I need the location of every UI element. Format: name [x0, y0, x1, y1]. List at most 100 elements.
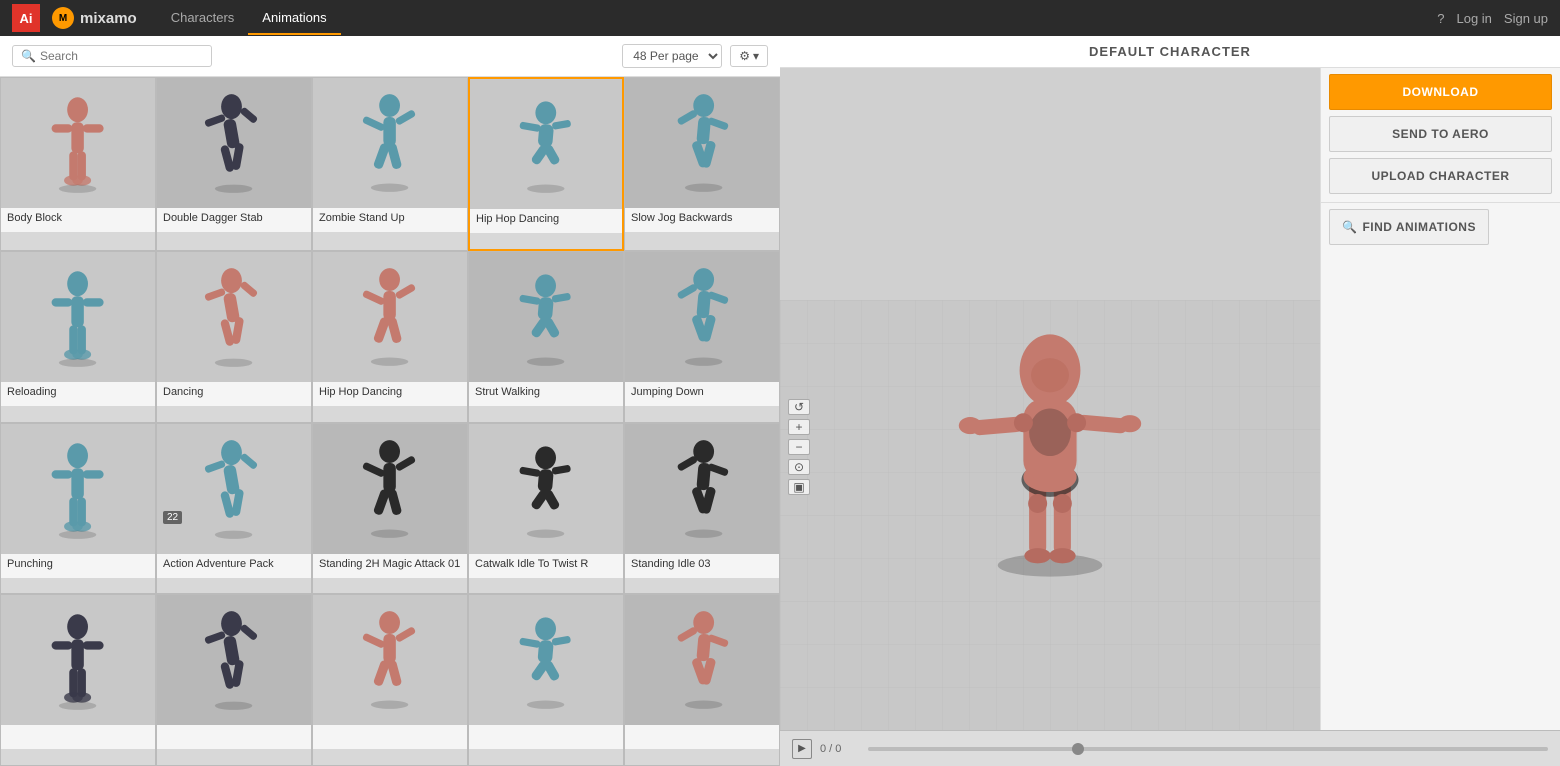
- animation-name: [313, 725, 467, 749]
- animation-thumbnail: 22: [157, 424, 311, 554]
- animation-card[interactable]: Double Dagger Stab: [156, 77, 312, 251]
- animation-name: Punching: [1, 554, 155, 578]
- animation-thumbnail: [625, 78, 779, 208]
- animation-thumbnail: [625, 252, 779, 382]
- search-box[interactable]: 🔍: [12, 45, 212, 67]
- animation-thumbnail: [157, 595, 311, 725]
- upload-character-button[interactable]: UPLOAD CHARACTER: [1329, 158, 1552, 194]
- animation-card[interactable]: Zombie Stand Up: [312, 77, 468, 251]
- animation-thumbnail: [1, 252, 155, 382]
- animation-card[interactable]: Slow Jog Backwards: [624, 77, 780, 251]
- signup-link[interactable]: Sign up: [1504, 11, 1548, 26]
- animation-name: Hip Hop Dancing: [313, 382, 467, 406]
- animation-grid: Body Block Double Dagger Stab Zombie Sta…: [0, 77, 780, 766]
- animation-name: [157, 725, 311, 749]
- animation-card[interactable]: 22 Action Adventure Pack: [156, 423, 312, 595]
- animation-thumbnail: [313, 595, 467, 725]
- playback-bar: ▶ 0 / 0: [780, 730, 1560, 766]
- animation-name: Standing 2H Magic Attack 01: [313, 554, 467, 578]
- nav-animations[interactable]: Animations: [248, 2, 340, 35]
- help-icon[interactable]: ?: [1437, 11, 1444, 26]
- sidebar-actions: DOWNLOAD SEND TO AERO UPLOAD CHARACTER 🔍…: [1320, 68, 1560, 730]
- play-button[interactable]: ▶: [792, 739, 812, 759]
- viewport-title: DEFAULT CHARACTER: [780, 36, 1560, 68]
- mixamo-logo: M mixamo: [52, 7, 137, 29]
- animation-thumbnail: [1, 424, 155, 554]
- animation-card[interactable]: Punching: [0, 423, 156, 595]
- animation-thumbnail: [625, 595, 779, 725]
- animation-card[interactable]: Body Block: [0, 77, 156, 251]
- reset-view-btn[interactable]: ↺: [788, 399, 810, 415]
- login-link[interactable]: Log in: [1456, 11, 1491, 26]
- animation-card[interactable]: [468, 594, 624, 766]
- zoom-in-btn[interactable]: +: [788, 419, 810, 435]
- find-animations-button[interactable]: 🔍 FIND ANIMATIONS: [1329, 209, 1489, 245]
- search-input[interactable]: [40, 49, 203, 63]
- animation-card[interactable]: Hip Hop Dancing: [312, 251, 468, 423]
- viewport-area[interactable]: ↺ + − ⊙ ▣: [780, 68, 1320, 730]
- animation-name: Dancing: [157, 382, 311, 406]
- toolbar: 🔍 48 Per page ⚙ ▾: [0, 36, 780, 77]
- per-page-select[interactable]: 48 Per page: [622, 44, 722, 68]
- animation-name: [625, 725, 779, 749]
- settings-button[interactable]: ⚙ ▾: [730, 45, 768, 67]
- recenter-btn[interactable]: ⊙: [788, 459, 810, 475]
- animation-card[interactable]: [156, 594, 312, 766]
- chevron-down-icon: ▾: [753, 49, 759, 63]
- time-display: 0 / 0: [820, 743, 860, 755]
- animation-card[interactable]: Reloading: [0, 251, 156, 423]
- animation-card[interactable]: Hip Hop Dancing: [468, 77, 624, 251]
- animation-card[interactable]: Standing Idle 03: [624, 423, 780, 595]
- nav-right: ? Log in Sign up: [1437, 11, 1548, 26]
- animation-name: Slow Jog Backwards: [625, 208, 779, 232]
- mixamo-brand-text: mixamo: [80, 10, 137, 27]
- animation-name: Strut Walking: [469, 382, 623, 406]
- search-icon-small: 🔍: [1342, 220, 1357, 234]
- animation-thumbnail: [313, 252, 467, 382]
- camera-btn[interactable]: ▣: [788, 479, 810, 495]
- animation-thumbnail: [313, 78, 467, 208]
- animation-name: Hip Hop Dancing: [470, 209, 622, 233]
- animation-card[interactable]: Catwalk Idle To Twist R: [468, 423, 624, 595]
- animation-thumbnail: [157, 78, 311, 208]
- top-navigation: Ai M mixamo Characters Animations ? Log …: [0, 0, 1560, 36]
- animation-name: Action Adventure Pack: [157, 554, 311, 578]
- zoom-out-btn[interactable]: −: [788, 439, 810, 455]
- right-panel: DEFAULT CHARACTER: [780, 36, 1560, 766]
- nav-characters[interactable]: Characters: [157, 2, 249, 35]
- animation-thumbnail: [469, 595, 623, 725]
- animation-card[interactable]: Jumping Down: [624, 251, 780, 423]
- character-3d: [950, 209, 1150, 589]
- animation-name: [1, 725, 155, 749]
- animation-name: Standing Idle 03: [625, 554, 779, 578]
- animation-thumbnail: [625, 424, 779, 554]
- animation-thumbnail: [313, 424, 467, 554]
- animation-thumbnail: [157, 252, 311, 382]
- character-svg: [950, 209, 1150, 589]
- nav-links: Characters Animations: [157, 2, 341, 35]
- animation-card[interactable]: [624, 594, 780, 766]
- left-panel: 🔍 48 Per page ⚙ ▾ Body Block: [0, 36, 780, 766]
- animation-card[interactable]: Dancing: [156, 251, 312, 423]
- pack-badge: 22: [163, 511, 182, 524]
- search-icon: 🔍: [21, 49, 36, 63]
- main-layout: 🔍 48 Per page ⚙ ▾ Body Block: [0, 36, 1560, 766]
- download-button[interactable]: DOWNLOAD: [1329, 74, 1552, 110]
- animation-card[interactable]: [0, 594, 156, 766]
- animation-thumbnail: [469, 252, 623, 382]
- mixamo-icon: M: [52, 7, 74, 29]
- animation-name: Body Block: [1, 208, 155, 232]
- gear-icon: ⚙: [739, 49, 750, 63]
- animation-name: [469, 725, 623, 749]
- animation-card[interactable]: Strut Walking: [468, 251, 624, 423]
- animation-card[interactable]: Standing 2H Magic Attack 01: [312, 423, 468, 595]
- animation-card[interactable]: [312, 594, 468, 766]
- animation-name: Double Dagger Stab: [157, 208, 311, 232]
- progress-bar[interactable]: [868, 747, 1548, 751]
- animation-thumbnail: [1, 595, 155, 725]
- animation-thumbnail: [1, 78, 155, 208]
- send-to-aero-button[interactable]: SEND TO AERO: [1329, 116, 1552, 152]
- progress-handle[interactable]: [1072, 743, 1084, 755]
- animation-thumbnail: [470, 79, 622, 209]
- animation-name: Catwalk Idle To Twist R: [469, 554, 623, 578]
